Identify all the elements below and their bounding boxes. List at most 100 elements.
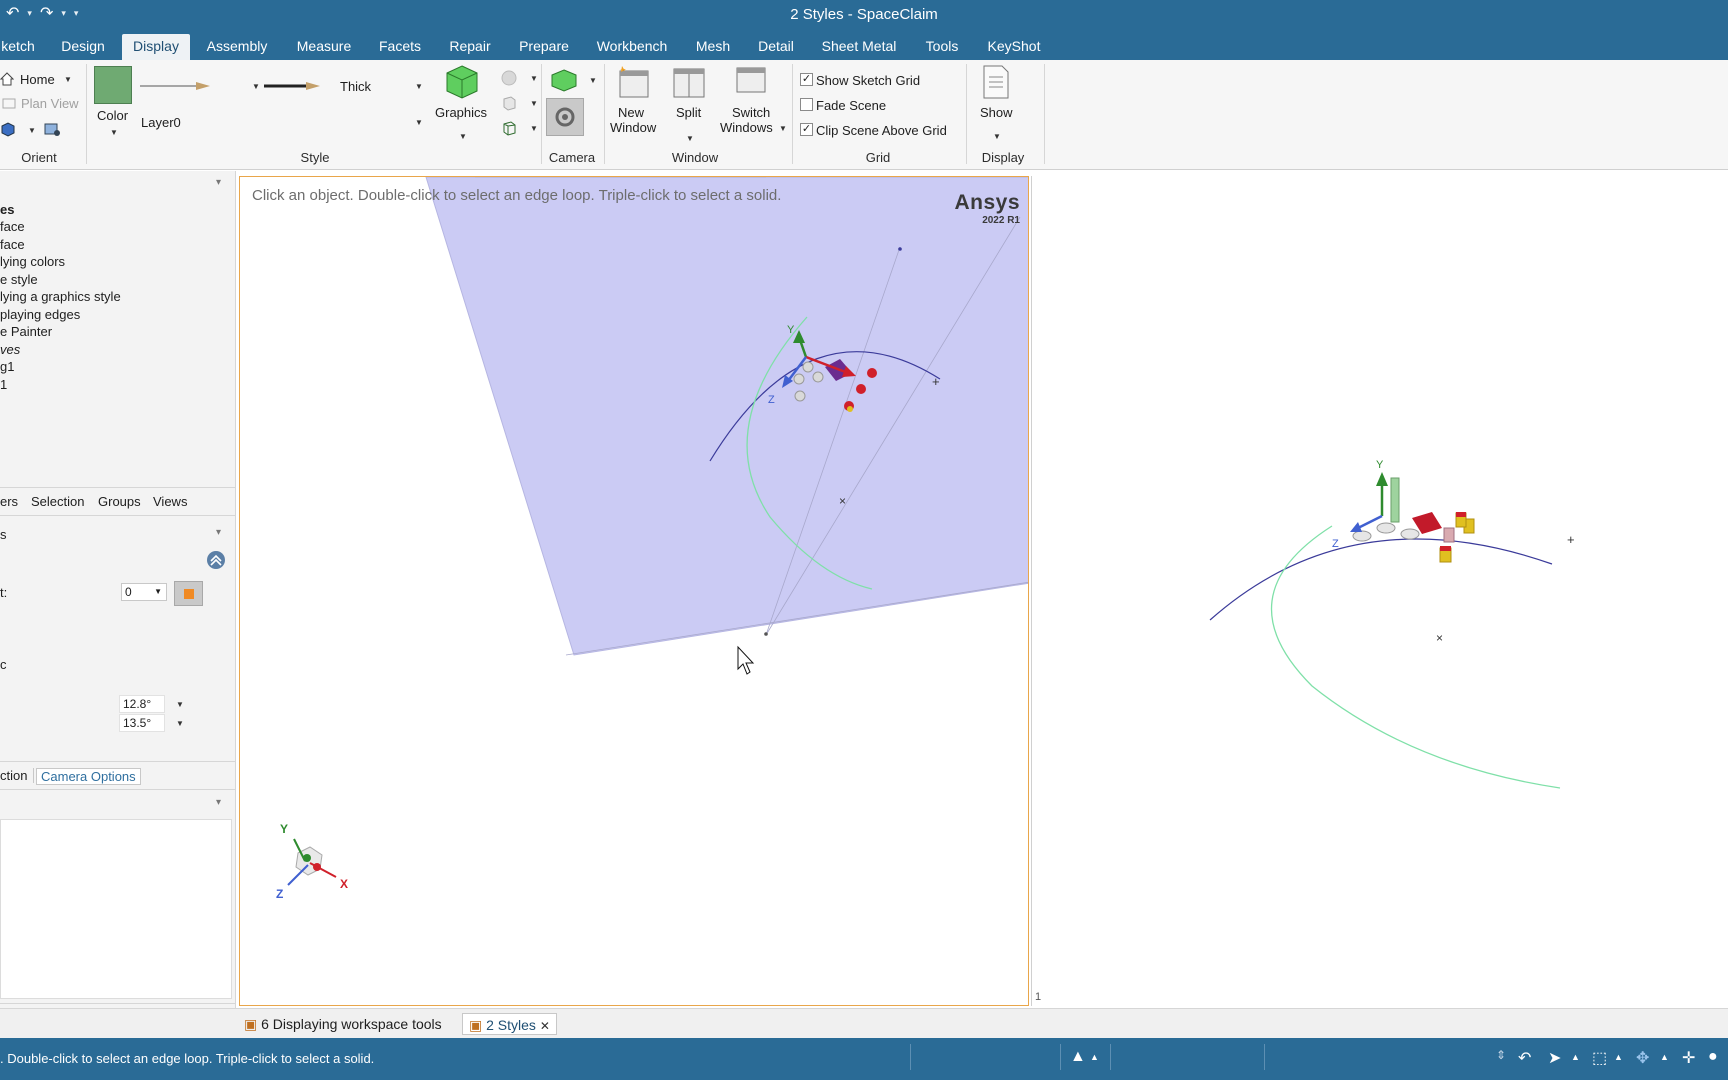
angle-input[interactable]: 12.8° (119, 695, 165, 713)
new-window-button[interactable]: New (618, 105, 644, 120)
camera-dropdown-icon[interactable]: ▼ (589, 76, 597, 85)
split-window-icon[interactable] (671, 64, 707, 100)
model-cluster[interactable] (1352, 477, 1475, 563)
line-style-icon[interactable] (138, 80, 212, 92)
line-weight-selector[interactable]: Thick (340, 79, 371, 94)
tree-item[interactable]: g1 (0, 359, 14, 374)
angle-input[interactable]: 13.5° (119, 714, 165, 732)
color-picker-button[interactable] (174, 581, 203, 606)
tab-detail[interactable]: Detail (756, 34, 796, 60)
doc-tab-2-styles[interactable]: ▣ 2 Styles ✕ (462, 1013, 557, 1035)
tree-item[interactable]: lying a graphics style (0, 289, 121, 304)
tree-item[interactable]: 1 (0, 377, 7, 392)
tab-display[interactable]: Display (122, 34, 190, 60)
tree-item[interactable]: ves (0, 342, 20, 357)
tab-measure[interactable]: Measure (294, 34, 354, 60)
view-dropdown-icon[interactable]: ▼ (28, 126, 36, 135)
clip-scene-label[interactable]: Clip Scene Above Grid (816, 123, 947, 138)
tab-facets[interactable]: Facets (376, 34, 424, 60)
tab-sketch[interactable]: ketch (0, 34, 36, 60)
tab-selection[interactable]: Selection (31, 494, 84, 509)
option-value-dropdown[interactable]: 0 ▼ (121, 583, 167, 601)
tab-tools[interactable]: Tools (922, 34, 962, 60)
tree-item[interactable]: face (0, 237, 25, 252)
tree-item[interactable]: es (0, 202, 14, 217)
tree-item[interactable]: lying colors (0, 254, 65, 269)
tree-item[interactable]: face (0, 219, 25, 234)
color-dropdown-icon[interactable]: ▼ (110, 128, 118, 137)
color-swatch-icon[interactable] (94, 66, 132, 104)
tab-views[interactable]: Views (153, 494, 187, 509)
tree-item[interactable]: e Painter (0, 324, 52, 339)
pin-icon[interactable]: ▾ (216, 177, 221, 188)
close-icon[interactable]: ✕ (540, 1019, 550, 1033)
tab-mesh[interactable]: Mesh (692, 34, 734, 60)
doc-tab-displaying-workspace-tools[interactable]: ▣ 6 Displaying workspace tools (238, 1013, 448, 1035)
show-sketch-grid-label[interactable]: Show Sketch Grid (816, 73, 920, 88)
tab-design[interactable]: Design (56, 34, 110, 60)
switch-windows-icon[interactable] (734, 64, 770, 100)
zoom-icon[interactable]: ● (1708, 1048, 1718, 1066)
graphics-dropdown-icon[interactable]: ▼ (459, 132, 467, 141)
select-tool-icon[interactable]: ➤ (1548, 1048, 1561, 1068)
style-more-dropdown-icon[interactable]: ▼ (415, 118, 423, 127)
sketch-point[interactable] (898, 247, 902, 251)
viewport-3d-secondary[interactable]: + × Y Z 1 (1031, 176, 1728, 1006)
chevron-down-icon[interactable]: ▼ (176, 700, 184, 709)
collapse-up-icon[interactable] (206, 550, 226, 570)
switch-windows-button-line2[interactable]: Windows (720, 120, 773, 135)
spin-view-icon[interactable] (42, 120, 62, 138)
new-window-icon[interactable] (616, 64, 652, 100)
spin-icon[interactable]: ⇕ (1496, 1048, 1506, 1062)
clip-scene-checkbox[interactable]: ✓ (800, 123, 813, 136)
chevron-up-icon[interactable]: ▲ (1090, 1052, 1099, 1062)
split-button[interactable]: Split (676, 105, 701, 120)
viewport-3d-primary[interactable]: + × Y Z Y X Z Click an object. Double-cl… (239, 176, 1029, 1006)
line-weight-icon[interactable] (262, 80, 322, 92)
home-icon[interactable] (0, 72, 14, 86)
transparency-dropdown-icon[interactable]: ▼ (530, 99, 538, 108)
sketch-arc-green[interactable] (1270, 525, 1561, 789)
pin-icon[interactable]: ▾ (216, 797, 221, 808)
undo-icon[interactable]: ↶ (1518, 1048, 1531, 1068)
chevron-up-icon[interactable]: ▲ (1614, 1052, 1623, 1062)
plan-view-button[interactable]: Plan View (21, 96, 79, 111)
tab-layers[interactable]: ers (0, 494, 18, 509)
tree-item[interactable]: e style (0, 272, 38, 287)
pan-icon[interactable]: ✛ (1682, 1048, 1695, 1068)
home-button[interactable]: Home (20, 72, 55, 87)
line-weight-dropdown-icon[interactable]: ▼ (415, 82, 423, 91)
box-select-icon[interactable]: ⬚ (1592, 1048, 1607, 1068)
shaded-dropdown-icon[interactable]: ▼ (530, 74, 538, 83)
sketch-arc-blue[interactable] (1209, 538, 1553, 621)
show-dropdown-icon[interactable]: ▼ (993, 132, 1001, 141)
view-mode-icon[interactable]: ✥ (1636, 1048, 1649, 1068)
tab-repair[interactable]: Repair (446, 34, 494, 60)
fade-scene-checkbox[interactable] (800, 98, 813, 111)
show-sketch-grid-checkbox[interactable]: ✓ (800, 73, 813, 86)
switch-windows-button[interactable]: Switch (732, 105, 770, 120)
tab-groups[interactable]: Groups (98, 494, 141, 509)
orientation-triad[interactable] (287, 838, 337, 886)
tab-assembly[interactable]: Assembly (204, 34, 270, 60)
switch-windows-dropdown-icon[interactable]: ▼ (779, 124, 787, 133)
graphics-button[interactable]: Graphics (435, 105, 487, 120)
chevron-up-icon[interactable]: ▲ (1660, 1052, 1669, 1062)
line-style-dropdown-icon[interactable]: ▼ (252, 82, 260, 91)
show-document-icon[interactable] (980, 64, 1012, 100)
home-dropdown-icon[interactable]: ▼ (64, 75, 72, 84)
chevron-up-icon[interactable]: ▲ (1571, 1052, 1580, 1062)
tree-item[interactable]: playing edges (0, 307, 80, 322)
layer-selector[interactable]: Layer0 (141, 115, 181, 130)
show-button[interactable]: Show (980, 105, 1013, 120)
color-button[interactable]: Color (97, 108, 128, 123)
shaded-sphere-icon[interactable] (501, 70, 517, 86)
warning-icon[interactable]: ▲ (1070, 1048, 1086, 1066)
sketch-point[interactable] (764, 632, 768, 636)
tab-workbench[interactable]: Workbench (594, 34, 670, 60)
transparency-icon[interactable] (501, 95, 517, 111)
sketch-plane[interactable] (425, 177, 1029, 656)
graphics-cube-icon[interactable] (444, 64, 480, 100)
pin-icon[interactable]: ▾ (216, 527, 221, 538)
camera-cube-icon[interactable] (550, 68, 578, 92)
